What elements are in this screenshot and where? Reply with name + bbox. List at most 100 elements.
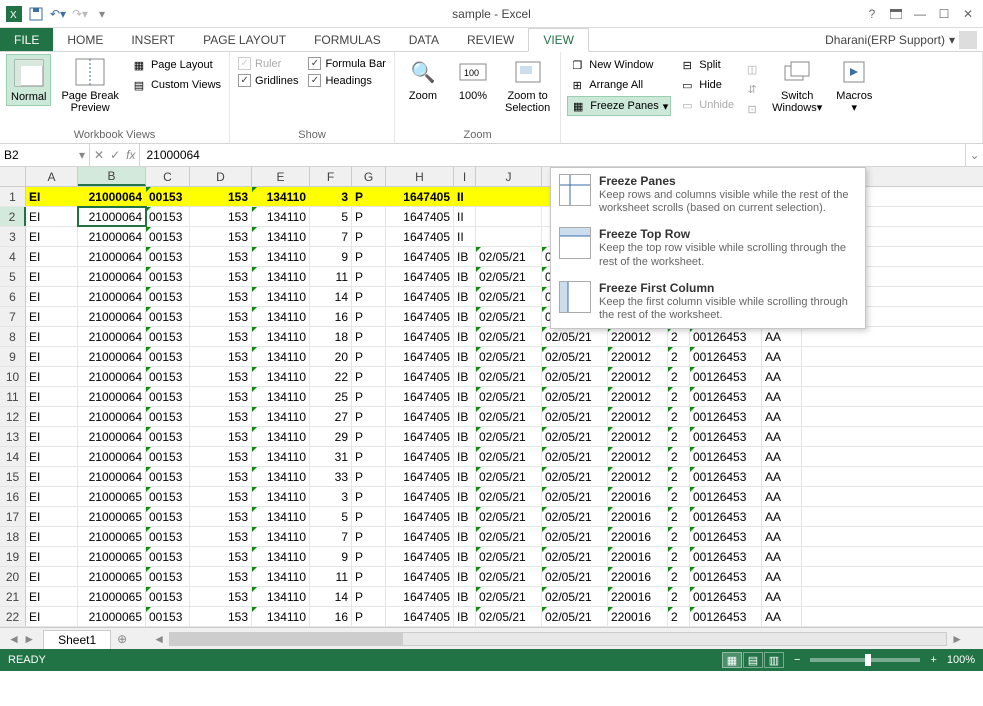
zoom-slider[interactable] [810,658,920,662]
cancel-icon[interactable]: ✕ [94,148,104,162]
cell[interactable]: 134110 [252,607,310,626]
cell[interactable]: IB [454,467,476,486]
cell[interactable]: 220012 [608,427,668,446]
cell[interactable]: 18 [310,327,352,346]
cell[interactable]: AA [762,447,802,466]
cell[interactable]: 2 [668,387,690,406]
row-header[interactable]: 6 [0,287,26,306]
cell[interactable]: 134110 [252,507,310,526]
cell[interactable]: IB [454,507,476,526]
cell[interactable]: 02/05/21 [542,547,608,566]
cell[interactable]: 02/05/21 [542,527,608,546]
cell[interactable]: IB [454,287,476,306]
row-header[interactable]: 16 [0,487,26,506]
cell[interactable]: 02/05/21 [476,567,542,586]
cell[interactable]: 00153 [146,427,190,446]
cell[interactable]: AA [762,567,802,586]
cell[interactable]: 1647405 [386,527,454,546]
cell[interactable]: EI [26,407,78,426]
name-box[interactable]: B2▾ [0,144,90,166]
row-header[interactable]: 7 [0,307,26,326]
cell[interactable]: AA [762,427,802,446]
cell[interactable]: 153 [190,307,252,326]
cell[interactable]: 134110 [252,467,310,486]
cell[interactable]: 1647405 [386,427,454,446]
cell[interactable]: 00126453 [690,387,762,406]
cell[interactable]: 153 [190,447,252,466]
cell[interactable]: 31 [310,447,352,466]
sheet-tab[interactable]: Sheet1 [43,630,111,649]
cell[interactable]: 134110 [252,487,310,506]
cell[interactable]: EI [26,187,78,206]
cell[interactable]: 02/05/21 [476,267,542,286]
cell[interactable] [476,207,542,226]
cell[interactable]: 153 [190,527,252,546]
cell[interactable]: 00153 [146,287,190,306]
cell[interactable]: 1647405 [386,327,454,346]
cell[interactable]: P [352,287,386,306]
cell[interactable]: 1647405 [386,447,454,466]
cell[interactable]: 153 [190,267,252,286]
cell[interactable]: P [352,207,386,226]
cell[interactable]: 02/05/21 [542,367,608,386]
save-icon[interactable] [26,4,46,24]
column-header[interactable]: D [190,167,252,186]
cell[interactable]: 16 [310,607,352,626]
cell[interactable]: AA [762,487,802,506]
cell[interactable]: IB [454,567,476,586]
cell[interactable]: 9 [310,547,352,566]
user-account[interactable]: Dharani(ERP Support)▾ [825,28,983,51]
cell[interactable]: 134110 [252,307,310,326]
freeze-first-column-option[interactable]: Freeze First ColumnKeep the first column… [551,275,865,328]
cell[interactable]: P [352,187,386,206]
cell[interactable]: 220012 [608,387,668,406]
cell[interactable]: 02/05/21 [476,507,542,526]
macros-button[interactable]: Macros▾ [832,54,876,116]
cell[interactable]: P [352,527,386,546]
cell[interactable]: 02/05/21 [542,587,608,606]
cell[interactable]: 220016 [608,567,668,586]
cell[interactable]: 220012 [608,407,668,426]
cell[interactable]: P [352,427,386,446]
cell[interactable]: 02/05/21 [542,427,608,446]
normal-view-button[interactable]: Normal [6,54,51,106]
cell[interactable]: 1647405 [386,507,454,526]
cell[interactable]: 21000064 [78,267,146,286]
row-header[interactable]: 9 [0,347,26,366]
column-header[interactable]: H [386,167,454,186]
undo-icon[interactable]: ↶▾ [48,4,68,24]
cell[interactable]: 2 [668,567,690,586]
cell[interactable]: IB [454,547,476,566]
cell[interactable]: 1647405 [386,307,454,326]
cell[interactable]: 2 [668,407,690,426]
cell[interactable]: 21000065 [78,547,146,566]
cell[interactable]: 14 [310,287,352,306]
column-header[interactable]: B [78,167,146,186]
cell[interactable]: 21000064 [78,187,146,206]
cell[interactable]: 00153 [146,607,190,626]
cell[interactable]: P [352,607,386,626]
cell[interactable]: 02/05/21 [476,607,542,626]
cell[interactable]: 21000065 [78,507,146,526]
cell[interactable]: 02/05/21 [542,347,608,366]
cell[interactable]: 153 [190,247,252,266]
tab-formulas[interactable]: FORMULAS [300,28,395,51]
cell[interactable]: 00153 [146,587,190,606]
hide-button[interactable]: ▭Hide [677,76,736,94]
cell[interactable]: AA [762,587,802,606]
fx-icon[interactable]: fx [126,148,135,162]
row-header[interactable]: 12 [0,407,26,426]
cell[interactable]: IB [454,407,476,426]
cell[interactable]: 00126453 [690,447,762,466]
cell[interactable]: 153 [190,547,252,566]
cell[interactable] [476,187,542,206]
cell[interactable]: 2 [668,487,690,506]
cell[interactable]: 153 [190,467,252,486]
freeze-panes-option[interactable]: Freeze PanesKeep rows and columns visibl… [551,168,865,221]
maximize-icon[interactable]: ☐ [933,4,955,24]
switch-windows-button[interactable]: Switch Windows▾ [768,54,826,116]
cell[interactable]: 02/05/21 [542,407,608,426]
cell[interactable]: EI [26,447,78,466]
arrange-all-button[interactable]: ⊞Arrange All [567,76,671,94]
cell[interactable]: IB [454,367,476,386]
